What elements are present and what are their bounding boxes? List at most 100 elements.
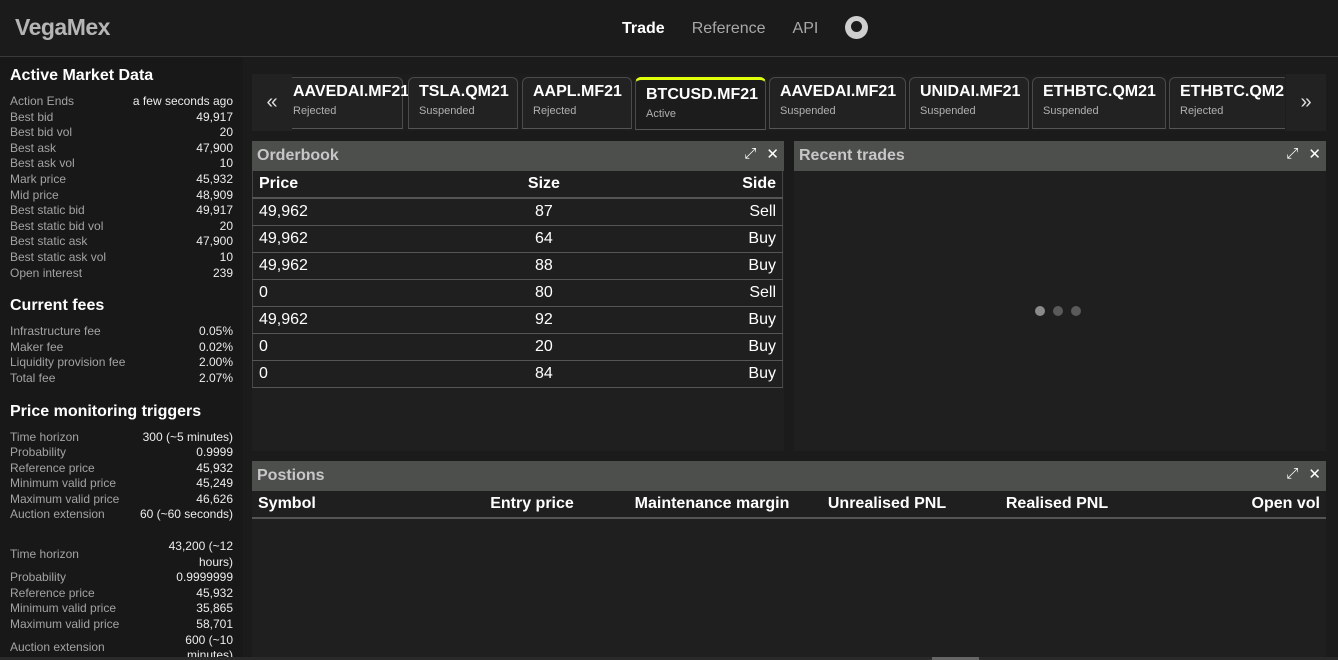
app-logo[interactable]: VegaMex: [15, 14, 110, 41]
nav-api[interactable]: API: [793, 20, 819, 38]
info-label: Best ask vol: [10, 156, 75, 171]
orderbook-row[interactable]: 0 20 Buy: [252, 333, 783, 361]
market-tab-status: Suspended: [419, 105, 475, 117]
orderbook-row[interactable]: 0 84 Buy: [252, 360, 783, 388]
recent-trades-title: Recent trades: [799, 147, 905, 164]
info-label: Total fee: [10, 370, 56, 385]
market-tab-name: UNIDAI.MF21: [920, 83, 1021, 100]
info-label: Mid price: [10, 187, 59, 202]
info-row: Best bid vol 20: [10, 125, 233, 141]
info-label: Time horizon: [10, 546, 79, 561]
info-row: Best static ask 47,900: [10, 234, 233, 250]
main-nav: Trade Reference API: [622, 16, 869, 39]
info-label: Best static bid: [10, 203, 85, 218]
info-value: 35,865: [196, 601, 233, 616]
column-header-size[interactable]: Size: [467, 171, 621, 199]
market-tab-status: Rejected: [533, 105, 577, 117]
info-value: 58,701: [196, 617, 233, 632]
market-tab[interactable]: AAVEDAI.MF21 Rejected: [292, 77, 409, 129]
info-value: 46,626: [196, 491, 233, 506]
info-label: Probability: [10, 445, 67, 460]
orderbook-title: Orderbook: [257, 147, 339, 164]
info-label: Best static bid vol: [10, 218, 104, 233]
info-label: Reference price: [10, 585, 95, 600]
orderbook-row[interactable]: 49,962 88 Buy: [252, 252, 783, 280]
column-header-entry-price[interactable]: Entry price: [452, 491, 612, 519]
scroll-right-icon[interactable]: »: [1286, 74, 1326, 131]
nav-trade[interactable]: Trade: [622, 20, 665, 38]
info-value: 47,900: [196, 140, 233, 155]
orderbook-size-cell: 20: [467, 333, 621, 361]
info-value: 0.05%: [198, 324, 233, 339]
nav-reference[interactable]: Reference: [692, 20, 766, 38]
expand-icon[interactable]: ⤢: [744, 145, 756, 163]
info-label: Infrastructure fee: [10, 324, 101, 339]
expand-icon[interactable]: ⤢: [1286, 145, 1298, 163]
loading-dot: [1071, 306, 1081, 316]
column-header-symbol[interactable]: Symbol: [252, 491, 452, 519]
orderbook-table: Price Size Side 49,962 87 Sell 49,962 64 Buy 4…: [252, 171, 783, 388]
info-label: Auction extension: [10, 640, 105, 655]
info-value: 49,917: [196, 109, 233, 124]
close-icon[interactable]: ✕: [1308, 145, 1321, 163]
info-row: Open interest 239: [10, 266, 233, 282]
current-fees-section: Current fees Infrastructure fee 0.05% Make…: [10, 297, 233, 386]
orderbook-row[interactable]: 49,962 64 Buy: [252, 225, 783, 253]
info-value: 20: [219, 125, 233, 140]
market-tab-status: Suspended: [920, 105, 976, 117]
info-value: 47,900: [196, 234, 233, 249]
column-header-open-vol[interactable]: Open vol: [1152, 491, 1326, 519]
github-icon[interactable]: [845, 16, 869, 39]
column-header-maintenance-margin[interactable]: Maintenance margin: [612, 491, 812, 519]
scroll-left-icon[interactable]: «: [252, 74, 292, 131]
info-row: Probability 0.9999: [10, 445, 233, 461]
info-value: 10: [219, 156, 233, 171]
info-label: Best bid vol: [10, 125, 73, 140]
column-header-side[interactable]: Side: [620, 171, 783, 199]
orderbook-panel: Orderbook ⤢ ✕ Price Size Side 49,962 87 Se…: [252, 141, 784, 451]
info-value: 0.02%: [198, 339, 233, 354]
info-label: Auction extension: [10, 507, 105, 522]
info-row: Best bid 49,917: [10, 110, 233, 126]
info-row: Total fee 2.07%: [10, 371, 233, 387]
info-row: Best ask vol 10: [10, 156, 233, 172]
market-tab[interactable]: TSLA.QM21 Suspended: [408, 77, 518, 129]
orderbook-side-cell: Sell: [620, 279, 783, 307]
info-label: Mark price: [10, 171, 67, 186]
column-header-price[interactable]: Price: [252, 171, 468, 199]
orderbook-price-cell: 49,962: [252, 306, 468, 334]
info-value: 48,909: [196, 187, 233, 202]
expand-icon[interactable]: ⤢: [1286, 465, 1298, 483]
info-label: Reference price: [10, 460, 95, 475]
market-tab[interactable]: ETHBTC.QM21 Rejected: [1169, 77, 1285, 129]
orderbook-side-cell: Sell: [620, 198, 783, 226]
close-icon[interactable]: ✕: [766, 145, 779, 163]
orderbook-price-cell: 49,962: [252, 225, 468, 253]
info-row: Time horizon 300 (~5 minutes): [10, 430, 233, 446]
info-value: 2.07%: [198, 370, 233, 385]
info-row: Best static ask vol 10: [10, 250, 233, 266]
recent-trades-panel: Recent trades ⤢ ✕: [794, 141, 1326, 451]
orderbook-side-cell: Buy: [620, 333, 783, 361]
info-row: Infrastructure fee 0.05%: [10, 324, 233, 340]
info-value: 49,917: [196, 203, 233, 218]
market-tab[interactable]: AAPL.MF21 Rejected: [522, 77, 632, 129]
info-row: Action Ends a few seconds ago: [10, 94, 233, 110]
orderbook-size-cell: 64: [467, 225, 621, 253]
close-icon[interactable]: ✕: [1308, 465, 1321, 483]
market-tab[interactable]: BTCUSD.MF21 Active: [635, 77, 766, 130]
orderbook-row[interactable]: 49,962 87 Sell: [252, 198, 783, 226]
info-row: Mark price 45,932: [10, 172, 233, 188]
column-header-realised-pnl[interactable]: Realised PNL: [962, 491, 1152, 519]
loading-spinner: [1035, 306, 1081, 316]
orderbook-row[interactable]: 0 80 Sell: [252, 279, 783, 307]
orderbook-row[interactable]: 49,962 92 Buy: [252, 306, 783, 334]
column-header-unrealised-pnl[interactable]: Unrealised PNL: [812, 491, 962, 519]
info-row: Maker fee 0.02%: [10, 340, 233, 356]
market-tab-name: AAPL.MF21: [533, 83, 622, 100]
market-tab[interactable]: AAVEDAI.MF21 Suspended: [769, 77, 906, 129]
info-row: Time horizon 43,200 (~12 hours): [10, 539, 233, 570]
market-tab[interactable]: ETHBTC.QM21 Suspended: [1032, 77, 1166, 129]
market-tab[interactable]: UNIDAI.MF21 Suspended: [909, 77, 1029, 129]
market-tab-status: Suspended: [780, 105, 836, 117]
